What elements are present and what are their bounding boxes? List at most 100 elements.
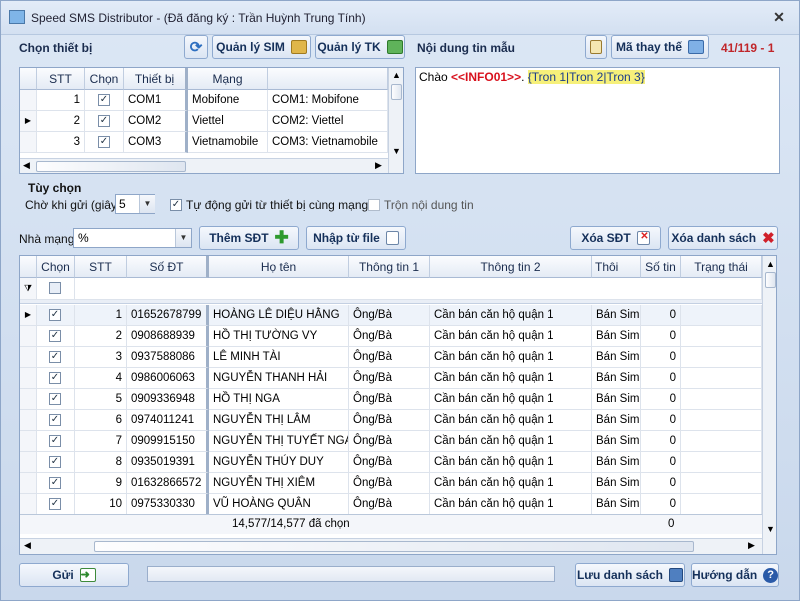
contact-row-indicator[interactable]	[20, 326, 37, 347]
device-select-checkbox[interactable]: ✓	[98, 94, 110, 106]
device-vscroll-thumb[interactable]	[391, 84, 402, 100]
device-col-select[interactable]: Chọn	[85, 68, 124, 90]
contacts-col-info1[interactable]: Thông tin 1	[349, 256, 430, 278]
template-button[interactable]	[585, 35, 607, 59]
contact-select-cell[interactable]: ✓	[37, 347, 75, 368]
device-select-checkbox[interactable]: ✓	[98, 115, 110, 127]
contact-row-indicator[interactable]	[20, 368, 37, 389]
scroll-down-icon[interactable]: ▼	[766, 524, 775, 534]
delete-phone-button[interactable]: Xóa SĐT ✕	[570, 226, 661, 250]
contacts-vscroll-thumb[interactable]	[765, 272, 776, 288]
mix-content-checkbox[interactable]	[368, 199, 380, 211]
contact-select-cell[interactable]: ✓	[37, 473, 75, 494]
add-phone-button[interactable]: Thêm SĐT ✚	[199, 226, 299, 250]
send-button[interactable]: Gửi ➜	[19, 563, 129, 587]
refresh-button[interactable]: ⟳	[184, 35, 208, 59]
device-col-device[interactable]: Thiết bị	[124, 68, 188, 90]
scroll-up-icon[interactable]: ▲	[392, 70, 401, 80]
network-dropdown-icon[interactable]: ▼	[175, 229, 191, 247]
scroll-right-icon[interactable]: ▶	[748, 540, 755, 551]
help-button[interactable]: Hướng dẫn?	[691, 563, 779, 587]
replacement-code-button[interactable]: Mã thay thế	[611, 35, 709, 59]
contact-select-cell[interactable]: ✓	[37, 326, 75, 347]
device-name: COM2	[124, 111, 188, 132]
contact-row-indicator[interactable]	[20, 473, 37, 494]
contacts-col-sms-count[interactable]: Số tin	[641, 256, 681, 278]
contact-select-checkbox[interactable]: ✓	[49, 393, 61, 405]
contact-info3: Bán Sim	[592, 494, 641, 515]
contact-row-indicator[interactable]	[20, 431, 37, 452]
device-hscroll-thumb[interactable]	[36, 161, 186, 172]
contact-select-checkbox[interactable]: ✓	[49, 351, 61, 363]
device-select-cell[interactable]: ✓	[85, 132, 124, 153]
contact-row-indicator[interactable]	[20, 389, 37, 410]
contacts-col-select[interactable]: Chọn	[37, 256, 75, 278]
contact-row-indicator[interactable]	[20, 494, 37, 515]
window-title: Speed SMS Distributor - (Đã đăng ký : Tr…	[31, 11, 366, 25]
sim-card-icon	[290, 40, 307, 54]
scroll-left-icon[interactable]: ◀	[23, 160, 30, 171]
contact-select-checkbox[interactable]: ✓	[49, 498, 61, 510]
manage-account-button[interactable]: Quản lý TK	[315, 35, 405, 59]
save-list-button[interactable]: Lưu danh sách	[575, 563, 685, 587]
scroll-up-icon[interactable]: ▲	[766, 259, 775, 269]
wait-dropdown-icon[interactable]: ▼	[139, 195, 155, 213]
device-stt: 1	[37, 90, 85, 111]
contact-select-checkbox[interactable]: ✓	[49, 414, 61, 426]
contacts-col-name[interactable]: Họ tên	[209, 256, 349, 278]
scroll-left-icon[interactable]: ◀	[24, 540, 31, 551]
contact-name: NGUYỄN THỊ TUYẾT NGA	[209, 431, 349, 452]
filter-select-checkbox[interactable]	[49, 282, 61, 294]
contacts-col-stt[interactable]: STT	[75, 256, 127, 278]
contacts-hscroll-thumb[interactable]	[94, 541, 694, 552]
contacts-grid: Chọn STT Số ĐT Họ tên Thông tin 1 Thông tin 2…	[19, 255, 777, 555]
contacts-col-status[interactable]: Trạng thái	[681, 256, 762, 278]
device-row-indicator[interactable]: ▶	[20, 111, 37, 132]
contact-select-checkbox[interactable]: ✓	[49, 372, 61, 384]
clear-list-button[interactable]: Xóa danh sách ✖	[668, 226, 778, 250]
device-vscroll[interactable]: ▲ ▼	[388, 68, 403, 173]
manage-sim-button[interactable]: Quản lý SIM	[212, 35, 311, 59]
device-row-indicator[interactable]	[20, 132, 37, 153]
auto-send-checkbox[interactable]: ✓	[170, 199, 182, 211]
device-col-stt[interactable]: STT	[37, 68, 85, 90]
filter-row[interactable]	[75, 278, 762, 300]
contact-row-indicator[interactable]	[20, 410, 37, 431]
contact-select-cell[interactable]: ✓	[37, 305, 75, 326]
contacts-hscroll[interactable]: ◀ ▶	[20, 538, 762, 554]
contact-select-cell[interactable]: ✓	[37, 431, 75, 452]
contact-select-cell[interactable]: ✓	[37, 410, 75, 431]
contact-select-checkbox[interactable]: ✓	[49, 309, 61, 321]
contact-select-cell[interactable]: ✓	[37, 389, 75, 410]
device-col-network[interactable]: Mạng	[188, 68, 268, 90]
contacts-col-phone[interactable]: Số ĐT	[127, 256, 209, 278]
contact-select-cell[interactable]: ✓	[37, 452, 75, 473]
contact-select-checkbox[interactable]: ✓	[49, 435, 61, 447]
device-col-desc[interactable]	[268, 68, 388, 90]
contact-select-checkbox[interactable]: ✓	[49, 477, 61, 489]
device-select-cell[interactable]: ✓	[85, 111, 124, 132]
contact-select-checkbox[interactable]: ✓	[49, 456, 61, 468]
contacts-vscroll[interactable]: ▲ ▼	[762, 256, 776, 554]
filter-select-cell[interactable]	[37, 278, 75, 300]
contact-row-indicator[interactable]	[20, 347, 37, 368]
contacts-col-info3[interactable]: Thôi	[592, 256, 641, 278]
contact-select-cell[interactable]: ✓	[37, 368, 75, 389]
import-file-button[interactable]: Nhập từ file	[306, 226, 406, 250]
scroll-down-icon[interactable]: ▼	[392, 146, 401, 156]
message-textarea[interactable]: Chào <<INFO01>>. {Tron 1|Tron 2|Tron 3}	[415, 67, 780, 174]
device-select-cell[interactable]: ✓	[85, 90, 124, 111]
device-hscroll[interactable]: ◀ ▶	[20, 158, 388, 173]
contact-row-indicator[interactable]: ▶	[20, 305, 37, 326]
contact-row-indicator[interactable]	[20, 452, 37, 473]
device-row-indicator[interactable]	[20, 90, 37, 111]
contact-phone: 0986006063	[127, 368, 209, 389]
contact-stt: 2	[75, 326, 127, 347]
contact-select-checkbox[interactable]: ✓	[49, 330, 61, 342]
device-select-checkbox[interactable]: ✓	[98, 136, 110, 148]
contacts-header-corner	[20, 256, 37, 278]
contact-select-cell[interactable]: ✓	[37, 494, 75, 515]
contacts-col-info2[interactable]: Thông tin 2	[430, 256, 592, 278]
close-icon[interactable]: ✕	[771, 9, 787, 25]
scroll-right-icon[interactable]: ▶	[375, 160, 382, 171]
